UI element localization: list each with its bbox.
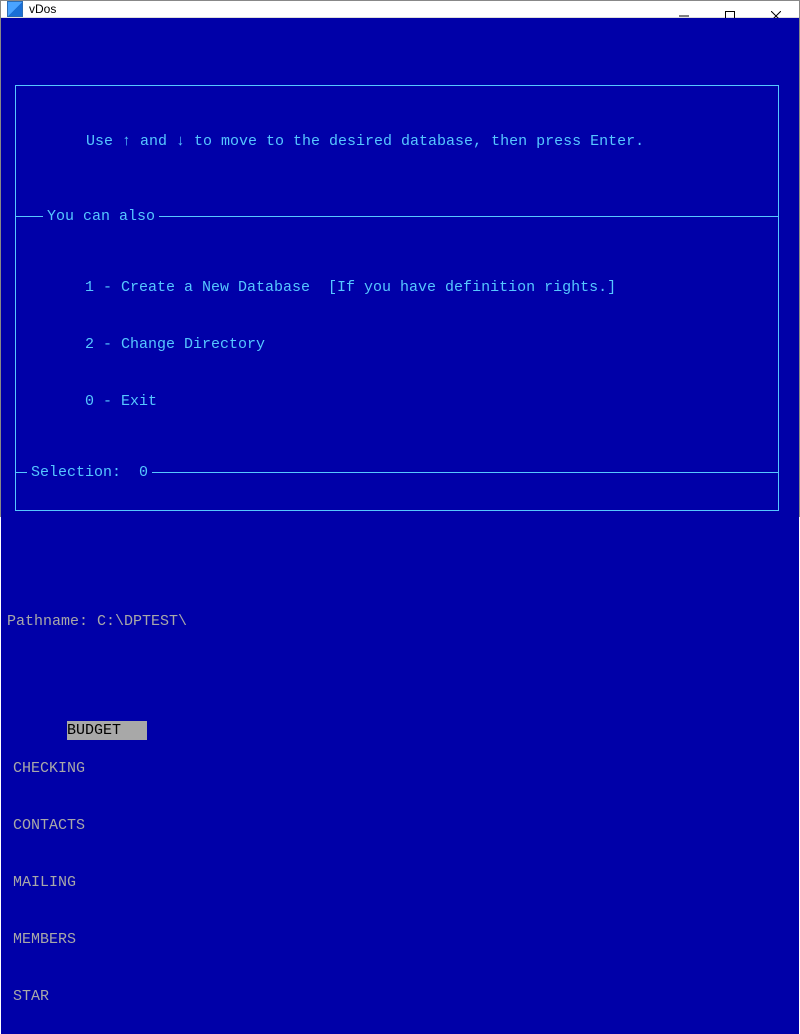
option-exit[interactable]: 0 - Exit: [15, 392, 779, 411]
database-list[interactable]: BUDGET CHECKING CONTACTS MAILING MEMBERS…: [13, 702, 787, 1034]
titlebar: vDos: [1, 1, 799, 18]
group-legend: You can also: [43, 207, 159, 226]
db-item-star[interactable]: STAR: [13, 987, 93, 1006]
db-item-budget[interactable]: BUDGET: [67, 721, 147, 740]
options-group: You can also 1 - Create a New Database […: [15, 216, 779, 473]
selection-label: Selection:: [31, 464, 121, 481]
db-item-checking[interactable]: CHECKING: [13, 759, 93, 778]
pathname-line: Pathname: C:\DPTEST\: [7, 612, 787, 631]
selection-value: 0: [139, 464, 148, 481]
option-change-dir[interactable]: 2 - Change Directory: [15, 335, 779, 354]
db-item-contacts[interactable]: CONTACTS: [13, 816, 93, 835]
window-title: vDos: [29, 2, 56, 16]
pathname-value: C:\DPTEST\: [97, 613, 187, 630]
app-icon: [7, 1, 23, 17]
option-create-db[interactable]: 1 - Create a New Database [If you have d…: [15, 278, 779, 297]
instruction-text: Use ↑ and ↓ to move to the desired datab…: [16, 132, 778, 159]
pathname-label: Pathname:: [7, 613, 88, 630]
db-item-members[interactable]: MEMBERS: [13, 930, 93, 949]
db-item-mailing[interactable]: MAILING: [13, 873, 93, 892]
selection-field[interactable]: Selection: 0: [27, 463, 152, 482]
menu-box: Use ↑ and ↓ to move to the desired datab…: [15, 85, 779, 511]
app-window: vDos Use ↑ and ↓ to move to the desired …: [0, 0, 800, 517]
terminal-screen[interactable]: Use ↑ and ↓ to move to the desired datab…: [1, 18, 799, 1034]
